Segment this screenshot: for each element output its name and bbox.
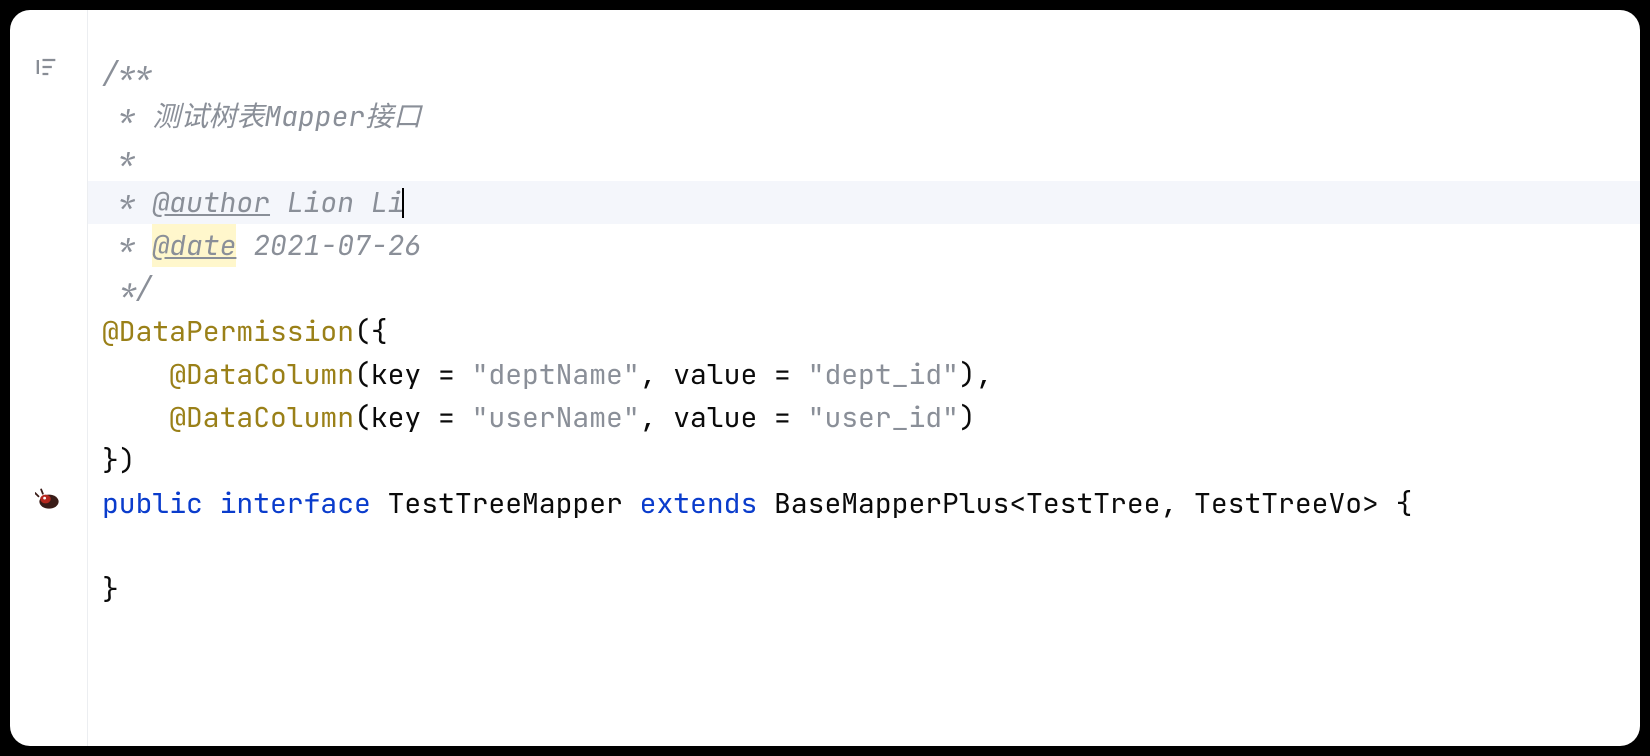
structure-filter-icon[interactable] [32, 52, 60, 95]
token: public [102, 482, 220, 525]
code-line[interactable]: */ [88, 267, 1640, 310]
gutter-row [10, 52, 87, 95]
code-line[interactable]: * [88, 138, 1640, 181]
token: TestTreeMapper [388, 482, 640, 525]
javadoc-value: Lion Li [270, 181, 404, 224]
code-line[interactable]: }) [88, 439, 1640, 482]
code-line[interactable] [88, 525, 1640, 568]
gutter-row [10, 353, 87, 396]
annotation: @DataColumn [169, 353, 354, 396]
gutter-row [10, 310, 87, 353]
code-line[interactable]: * @date 2021-07-26 [88, 224, 1640, 267]
interface-gutter-icon[interactable] [35, 482, 63, 525]
gutter-row [10, 95, 87, 138]
code-line[interactable]: @DataColumn(key = "deptName", value = "d… [88, 353, 1640, 396]
gutter-row [10, 568, 87, 611]
gutter-row [10, 439, 87, 482]
string-literal: "user_id" [808, 396, 959, 439]
comment: * [102, 181, 152, 224]
code-area[interactable]: /** * 测试树表Mapper接口 * * @author Lion Li *… [88, 10, 1640, 746]
editor-frame: /** * 测试树表Mapper接口 * * @author Lion Li *… [10, 10, 1640, 746]
code-line[interactable]: public interface TestTreeMapper extends … [88, 482, 1640, 525]
string-literal: "userName" [472, 396, 640, 439]
gutter-row [10, 267, 87, 310]
gutter-row [10, 396, 87, 439]
javadoc-tag: @date [152, 224, 236, 267]
code-line[interactable]: } [88, 568, 1640, 611]
code-line[interactable]: @DataColumn(key = "userName", value = "u… [88, 396, 1640, 439]
code-line[interactable]: @DataPermission({ [88, 310, 1640, 353]
comment: */ [102, 267, 152, 310]
code-line[interactable]: * 测试树表Mapper接口 [88, 95, 1640, 138]
editor: /** * 测试树表Mapper接口 * * @author Lion Li *… [10, 10, 1640, 746]
token: extends [640, 482, 774, 525]
javadoc-tag: @author [152, 181, 270, 224]
gutter [10, 10, 88, 746]
code-line[interactable]: /** [88, 52, 1640, 95]
javadoc-value: 2021-07-26 [236, 224, 421, 267]
annotation: @DataPermission [102, 310, 354, 353]
gutter-row [10, 138, 87, 181]
text-caret [402, 188, 404, 218]
code-line[interactable]: * @author Lion Li [88, 181, 1640, 224]
gutter-row [10, 224, 87, 267]
token: BaseMapperPlus<TestTree, TestTreeVo> { [774, 482, 1412, 525]
string-literal: "deptName" [472, 353, 640, 396]
comment: /** [102, 52, 152, 95]
string-literal: "dept_id" [808, 353, 959, 396]
gutter-row [10, 181, 87, 224]
gutter-row [10, 525, 87, 568]
gutter-row [10, 482, 87, 525]
comment: * 测试树表Mapper接口 [102, 95, 421, 138]
comment: * [102, 224, 152, 267]
comment: * [102, 138, 136, 181]
token: interface [220, 482, 388, 525]
annotation: @DataColumn [169, 396, 354, 439]
